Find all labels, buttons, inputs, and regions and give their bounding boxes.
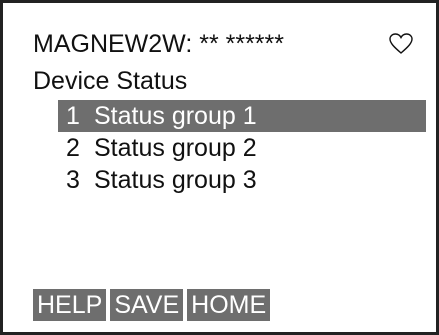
list-item-status-group-2[interactable]: 2 Status group 2 <box>58 132 426 164</box>
list-item-number: 3 <box>66 166 80 194</box>
list-item-number: 2 <box>66 134 80 162</box>
home-button[interactable]: HOME <box>187 289 271 321</box>
list-item-label: Status group 1 <box>94 102 257 130</box>
list-item-label: Status group 3 <box>94 166 257 194</box>
list-item-label: Status group 2 <box>94 134 257 162</box>
softkey-bar: HELP SAVE HOME <box>33 289 271 321</box>
list-item-number: 1 <box>66 102 80 130</box>
save-button[interactable]: SAVE <box>110 289 184 321</box>
list-item-status-group-1[interactable]: 1 Status group 1 <box>58 100 426 132</box>
help-button[interactable]: HELP <box>33 289 107 321</box>
page-title: Device Status <box>33 67 188 95</box>
device-display: MAGNEW2W: ** ****** Device Status 1 Statu… <box>0 0 439 335</box>
list-item-status-group-3[interactable]: 3 Status group 3 <box>58 164 426 196</box>
status-group-list: 1 Status group 1 2 Status group 2 3 Status … <box>58 100 426 196</box>
heart-icon <box>389 33 413 54</box>
device-tag: MAGNEW2W: ** ****** <box>33 30 284 58</box>
